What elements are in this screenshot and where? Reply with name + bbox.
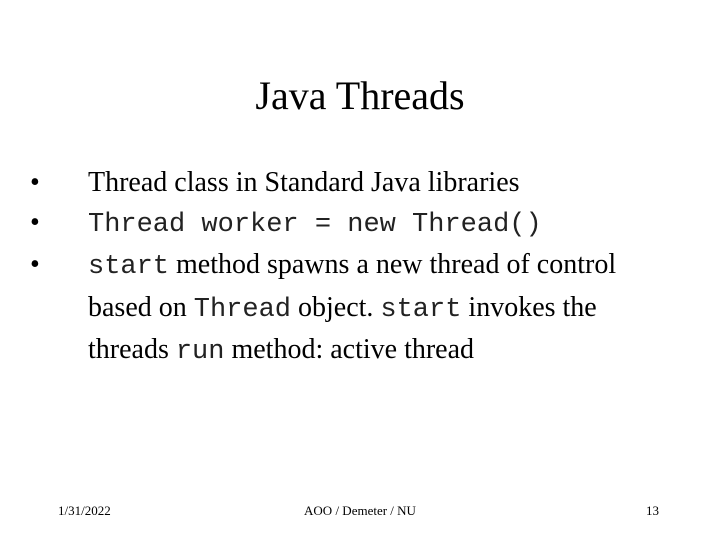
slide-title: Java Threads bbox=[255, 73, 465, 118]
code-snippet: start bbox=[380, 294, 462, 325]
bullet-text: Thread class in Standard Java libraries bbox=[88, 167, 520, 198]
slide: Java Threads Thread class in Standard Ja… bbox=[0, 0, 720, 540]
bullet-text: method: active thread bbox=[224, 334, 475, 365]
bullet-list: Thread class in Standard Java libraries … bbox=[30, 163, 670, 373]
code-snippet: start bbox=[88, 252, 170, 282]
bullet-item: start method spawns a new thread of cont… bbox=[30, 245, 670, 373]
code-snippet: Thread worker = new Thread() bbox=[88, 209, 542, 240]
bullet-text: object. bbox=[290, 291, 381, 323]
code-snippet: Thread bbox=[193, 294, 291, 325]
footer-center-text: AOO / Demeter / NU bbox=[304, 503, 416, 518]
bullet-item: Thread class in Standard Java libraries bbox=[30, 163, 670, 203]
code-snippet: run bbox=[175, 337, 225, 367]
bullet-item: Thread worker = new Thread() bbox=[30, 203, 670, 246]
page-number: 13 bbox=[646, 503, 659, 518]
